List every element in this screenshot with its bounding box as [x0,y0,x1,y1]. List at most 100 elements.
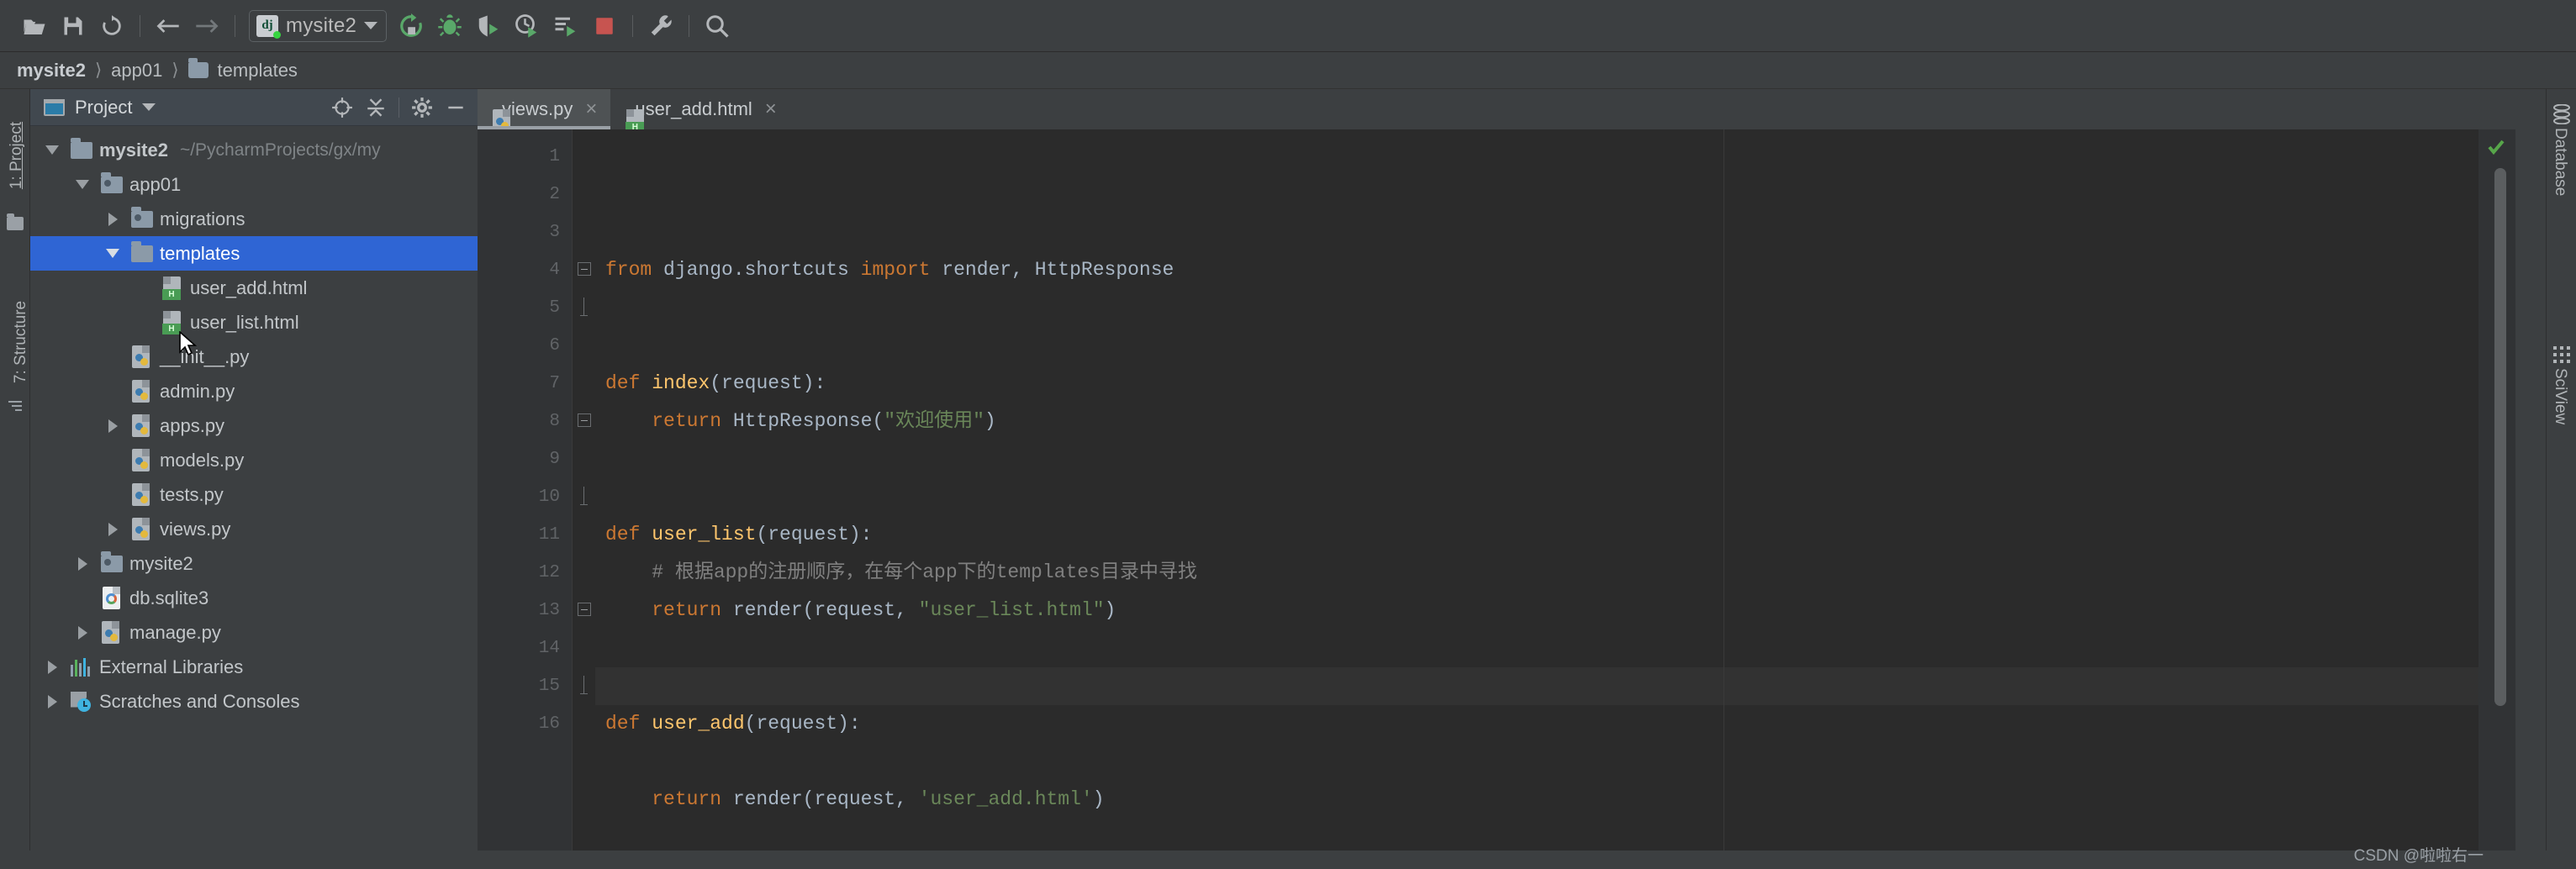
back-icon[interactable] [149,7,187,45]
fold-marker-slot[interactable] [573,478,595,516]
tree-item-mysite2[interactable]: mysite2~/PycharmProjects/gx/my [30,133,478,167]
profile-button[interactable] [508,7,546,45]
stop-button[interactable] [585,7,624,45]
collapse-arrow-icon[interactable] [37,145,67,155]
tree-item-user-add-html[interactable]: Huser_add.html [30,271,478,305]
tree-item-mysite2[interactable]: mysite2 [30,546,478,581]
rail-button-structure[interactable]: 7: Structure [12,296,30,388]
editor-tab-views-py[interactable]: views.py× [478,89,610,129]
code-line[interactable] [605,478,2515,516]
close-tab-icon[interactable]: × [765,99,777,119]
run-button[interactable] [392,7,430,45]
code-line[interactable]: return render(request, "user_list.html") [605,592,2515,629]
fold-marker-slot[interactable] [573,176,595,213]
fold-marker-slot[interactable] [573,365,595,403]
code-line[interactable] [605,440,2515,478]
fold-marker-slot[interactable] [573,516,595,554]
fold-marker-slot[interactable] [573,705,595,743]
expand-arrow-icon[interactable] [67,557,98,571]
expand-arrow-icon[interactable] [98,419,128,433]
fold-marker-slot[interactable] [573,629,595,667]
fold-marker-slot[interactable] [573,289,595,327]
tree-item-views-py[interactable]: views.py [30,512,478,546]
code-line[interactable]: from django.shortcuts import render, Htt… [605,251,2515,289]
sync-icon[interactable] [92,7,131,45]
fold-collapse-icon[interactable] [578,603,591,616]
close-tab-icon[interactable]: × [585,99,597,119]
code-line[interactable] [595,667,2515,705]
rail-button-sciview[interactable]: SciView [2547,341,2576,368]
tree-item-label: user_list.html [190,312,299,334]
vertical-scrollbar-thumb[interactable] [2494,168,2506,706]
editor-scrollbar-strip[interactable] [2478,129,2515,869]
collapse-arrow-icon[interactable] [67,180,98,189]
expand-arrow-icon[interactable] [37,661,67,674]
debug-button[interactable] [430,7,469,45]
settings-wrench-button[interactable] [641,7,680,45]
search-everywhere-button[interactable] [698,7,736,45]
run-configuration-selector[interactable]: dj mysite2 [249,10,387,42]
fold-collapse-icon[interactable] [578,413,591,427]
chevron-down-icon[interactable] [142,103,156,111]
tree-item-models-py[interactable]: models.py [30,443,478,477]
rail-button-project[interactable]: 1: Project [8,115,26,196]
fold-marker-slot[interactable] [573,138,595,176]
tree-item-admin-py[interactable]: admin.py [30,374,478,408]
expand-arrow-icon[interactable] [37,695,67,708]
code-folding-column[interactable] [572,129,595,869]
code-line[interactable] [605,327,2515,365]
folder-icon [71,142,92,159]
breadcrumb-item-app[interactable]: app01 [111,60,162,82]
tree-item-init-py[interactable]: __init__.py [30,340,478,374]
code-line[interactable]: return render(request, 'user_add.html') [605,781,2515,819]
fold-marker-slot[interactable] [573,440,595,478]
forward-icon[interactable] [187,7,226,45]
tree-item-db-sqlite3[interactable]: db.sqlite3 [30,581,478,615]
breadcrumb-item-templates[interactable]: templates [218,60,298,82]
fold-marker-slot[interactable] [573,403,595,440]
code-editor[interactable]: 12345678910111213141516 from django.shor… [478,129,2515,869]
save-all-icon[interactable] [54,7,92,45]
breadcrumb-item-project[interactable]: mysite2 [17,60,86,82]
tree-item-external-libraries[interactable]: External Libraries [30,650,478,684]
fold-marker-slot[interactable] [573,327,595,365]
expand-arrow-icon[interactable] [67,626,98,640]
code-line[interactable] [605,289,2515,327]
editor-tab-user-add-html[interactable]: Huser_add.html× [610,89,789,129]
fold-marker-slot[interactable] [573,554,595,592]
collapse-all-icon[interactable] [359,91,393,124]
open-folder-icon[interactable] [15,7,54,45]
code-line[interactable]: def user_list(request): [605,516,2515,554]
settings-gear-icon[interactable] [405,91,439,124]
code-line[interactable] [605,743,2515,781]
hide-panel-icon[interactable] [439,91,472,124]
tree-item-tests-py[interactable]: tests.py [30,477,478,512]
expand-arrow-icon[interactable] [98,213,128,226]
tree-item-scratches-and-consoles[interactable]: Scratches and Consoles [30,684,478,719]
run-console-button[interactable] [546,7,585,45]
expand-arrow-icon[interactable] [98,523,128,536]
code-line[interactable]: return HttpResponse("欢迎使用") [605,403,2515,440]
rail-button-database[interactable]: Database [2547,101,2576,128]
tree-item-migrations[interactable]: migrations [30,202,478,236]
code-line[interactable]: def index(request): [605,365,2515,403]
line-number: 14 [478,629,572,667]
code-line[interactable]: def user_add(request): [605,705,2515,743]
tree-item-apps-py[interactable]: apps.py [30,408,478,443]
tree-item-user-list-html[interactable]: Huser_list.html [30,305,478,340]
tree-item-manage-py[interactable]: manage.py [30,615,478,650]
code-line[interactable] [605,629,2515,667]
run-coverage-button[interactable] [469,7,508,45]
collapse-arrow-icon[interactable] [98,249,128,258]
fold-marker-slot[interactable] [573,667,595,705]
tree-item-templates[interactable]: templates [30,236,478,271]
source-code[interactable]: from django.shortcuts import render, Htt… [595,129,2515,869]
fold-collapse-icon[interactable] [578,262,591,276]
fold-marker-slot[interactable] [573,251,595,289]
code-line[interactable]: # 根据app的注册顺序，在每个app下的templates目录中寻找 [605,554,2515,592]
tree-item-app01[interactable]: app01 [30,167,478,202]
locate-file-icon[interactable] [325,91,359,124]
fold-marker-slot[interactable] [573,592,595,629]
fold-marker-slot[interactable] [573,213,595,251]
project-tree[interactable]: mysite2~/PycharmProjects/gx/myapp01migra… [30,126,478,719]
